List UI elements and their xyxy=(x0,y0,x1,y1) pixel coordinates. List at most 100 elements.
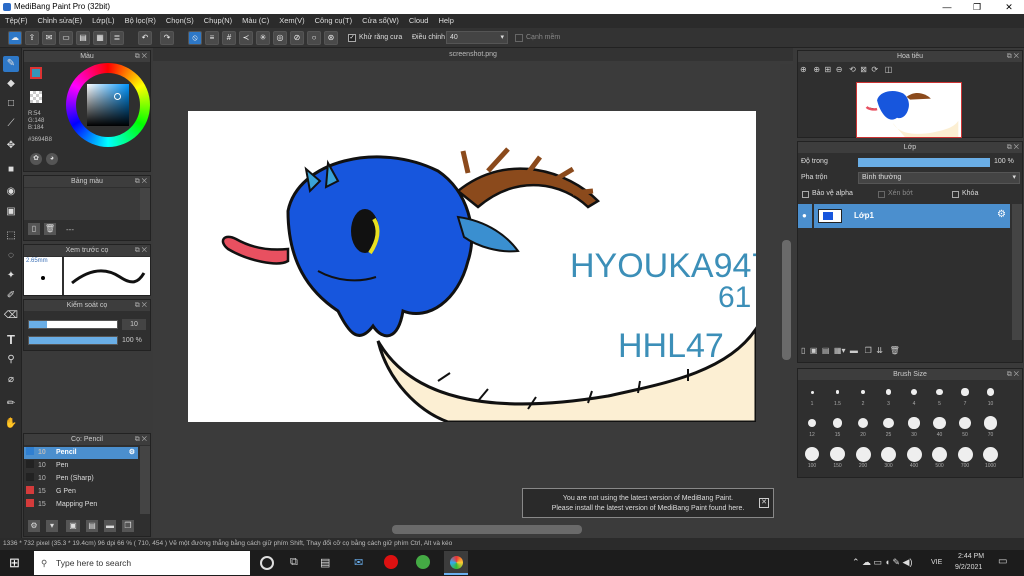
select-pen-icon[interactable]: ✐ xyxy=(3,288,19,304)
brush-size-option[interactable]: 70 xyxy=(979,414,1003,438)
new-layer-icon[interactable]: ▯ xyxy=(801,346,805,355)
update-notice[interactable]: You are not using the latest version of … xyxy=(522,488,774,518)
rectangle-tool-icon[interactable]: □ xyxy=(3,96,19,112)
menu-file[interactable]: Tệp(F) xyxy=(0,14,33,25)
trash-icon[interactable]: 🗑 xyxy=(44,223,56,235)
grid-snap-icon[interactable]: # xyxy=(222,31,236,45)
brush-copy-icon[interactable]: ❐ xyxy=(122,520,134,532)
undo-icon[interactable]: ↶ xyxy=(138,31,152,45)
eye-icon[interactable]: ● xyxy=(802,211,807,220)
opacity-slider[interactable] xyxy=(28,336,118,345)
ring-snap-icon[interactable]: ○ xyxy=(307,31,321,45)
menu-view[interactable]: Xem(V) xyxy=(274,14,309,25)
eraser-tool-icon[interactable]: ◆ xyxy=(3,76,19,92)
document-icon[interactable]: ▤ xyxy=(76,31,90,45)
fill-shape-icon[interactable]: ■ xyxy=(3,162,19,178)
menu-cloud[interactable]: Cloud xyxy=(404,14,434,25)
menu-snap[interactable]: Chụp(N) xyxy=(199,14,237,25)
layer-opacity-slider[interactable] xyxy=(858,158,990,167)
gradient-tool-icon[interactable]: ▣ xyxy=(3,204,19,220)
layer-row[interactable]: ● Lớp1 ⚙ xyxy=(798,204,1010,228)
drawing-canvas[interactable]: HYOUKA947 61 HHL47 xyxy=(188,111,756,422)
list-icon[interactable]: ≣ xyxy=(110,31,124,45)
protect-alpha-checkbox[interactable] xyxy=(802,191,809,198)
size-slider[interactable] xyxy=(28,320,118,329)
canvas-horizontal-thumb[interactable] xyxy=(392,525,582,534)
canhmem-checkbox[interactable] xyxy=(515,34,523,42)
folder-icon[interactable]: ▬ xyxy=(850,346,858,355)
minimize-button[interactable]: — xyxy=(932,0,962,14)
maximize-button[interactable]: ❐ xyxy=(962,0,992,14)
move-tool-icon[interactable]: ✥ xyxy=(3,138,19,154)
taskbar-active-app[interactable] xyxy=(444,551,468,575)
mail-icon[interactable]: ✉ xyxy=(354,556,363,569)
snap-off-icon[interactable]: ⦸ xyxy=(188,31,202,45)
palette-icon[interactable]: ✿ xyxy=(30,153,42,165)
notification-icon[interactable]: ▭ xyxy=(998,556,1007,567)
brush-list-item[interactable]: 10 Pencil ⚙ xyxy=(24,447,138,459)
share-icon[interactable]: ⇪ xyxy=(25,31,39,45)
brush-size-option[interactable]: 400 xyxy=(902,445,926,469)
menu-color[interactable]: Màu (C) xyxy=(237,14,274,25)
brush-size-option[interactable]: 4 xyxy=(902,383,926,407)
tray-icons[interactable]: ⌃ ☁ ▭ ◖ ✎ ◀) xyxy=(852,557,912,568)
adjust-select[interactable]: 40 ▾ xyxy=(446,31,508,44)
redo-icon[interactable]: ↷ xyxy=(160,31,174,45)
circle-snap-icon[interactable]: ◎ xyxy=(273,31,287,45)
brush-list-item[interactable]: 10 Pen xyxy=(24,460,138,472)
brush-item-settings-icon[interactable]: ⚙ xyxy=(129,447,135,459)
brush-size-option[interactable]: 50 xyxy=(953,414,977,438)
secondary-color-swatch[interactable] xyxy=(30,91,42,103)
curve-snap-icon[interactable]: ⊘ xyxy=(290,31,304,45)
line-tool-icon[interactable]: ⟋ xyxy=(3,116,19,132)
brush-size-option[interactable]: 1 xyxy=(800,383,824,407)
brush-size-option[interactable]: 10 xyxy=(979,383,1003,407)
brush-size-option[interactable]: 40 xyxy=(928,414,952,438)
radial-snap-icon[interactable]: ✳ xyxy=(256,31,270,45)
magic-wand-icon[interactable]: ✦ xyxy=(3,268,19,284)
zoom-in-2-icon[interactable]: ⊕ xyxy=(813,65,820,74)
color-picker-handle[interactable] xyxy=(114,93,121,100)
new-layer-3-icon[interactable]: ▤ xyxy=(822,346,830,355)
menu-window[interactable]: Cửa sổ(W) xyxy=(357,14,404,25)
bucket-tool-icon[interactable]: ◉ xyxy=(3,184,19,200)
clock-time[interactable]: 2:44 PM xyxy=(958,553,984,560)
brush-size-option[interactable]: 12 xyxy=(800,414,824,438)
brush-list-item[interactable]: 15 Mapping Pen xyxy=(24,499,138,511)
blend-select[interactable]: Bình thường ▾ xyxy=(858,172,1020,184)
antialias-checkbox[interactable]: ✓ xyxy=(348,34,356,42)
palette-area[interactable] xyxy=(24,188,140,220)
lasso-tool-icon[interactable]: ◌ xyxy=(3,248,19,264)
store-icon[interactable]: ▤ xyxy=(320,556,330,569)
brush-size-option[interactable]: 20 xyxy=(851,414,875,438)
layer-settings-icon[interactable]: ⚙ xyxy=(997,209,1006,220)
brush-size-option[interactable]: 7 xyxy=(953,383,977,407)
parallel-snap-icon[interactable]: ≡ xyxy=(205,31,219,45)
select-tool-icon[interactable]: ⬚ xyxy=(3,228,19,244)
palette-scrollbar[interactable] xyxy=(140,188,150,220)
brush-list-item[interactable]: 15 G Pen xyxy=(24,486,138,498)
size-value[interactable]: 10 xyxy=(122,319,146,330)
brush-size-option[interactable]: 300 xyxy=(877,445,901,469)
menu-filter[interactable]: Bộ lọc(R) xyxy=(120,14,161,25)
brush-size-option[interactable]: 3 xyxy=(877,383,901,407)
duplicate-icon[interactable]: ❐ xyxy=(865,346,872,355)
brush-page-icon[interactable]: ▤ xyxy=(86,520,98,532)
opera-icon[interactable] xyxy=(384,555,398,569)
brush-size-option[interactable]: 100 xyxy=(800,445,824,469)
new-layer-2-icon[interactable]: ▣ xyxy=(810,346,818,355)
brush-add-icon[interactable]: ▾ xyxy=(46,520,58,532)
brush-settings-icon[interactable]: ⚙ xyxy=(28,520,40,532)
menu-layer[interactable]: Lớp(L) xyxy=(87,14,119,25)
brush-folder-icon[interactable]: ▬ xyxy=(104,520,116,532)
chat-icon[interactable]: ▭ xyxy=(59,31,73,45)
canvas-vertical-thumb[interactable] xyxy=(782,240,791,360)
edit-pen-icon[interactable]: ✏ xyxy=(3,396,19,412)
saturation-box[interactable] xyxy=(87,84,129,126)
comment-icon[interactable]: ✉ xyxy=(42,31,56,45)
text-tool-icon[interactable]: T xyxy=(3,332,19,348)
cloud-icon[interactable]: ☁ xyxy=(8,31,22,45)
fullscreen-icon[interactable]: ⊠ xyxy=(860,65,867,74)
rotate-right-icon[interactable]: ⟳ xyxy=(871,65,878,74)
brush-menu-icon[interactable]: ▣ xyxy=(66,520,80,532)
